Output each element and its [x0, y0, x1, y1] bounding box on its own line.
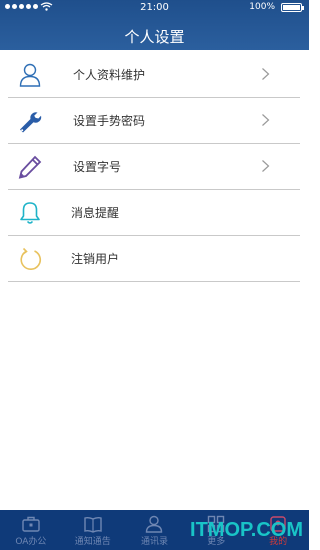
chevron-right-icon: [262, 160, 270, 172]
tab-contacts[interactable]: 通讯录: [124, 510, 186, 550]
book-icon: [83, 516, 102, 533]
menu-item-label: 注销用户: [71, 252, 120, 266]
briefcase-icon: [22, 516, 40, 532]
watermark-logo: ITMOP.COM: [190, 519, 303, 541]
header-bar: 21:00 100% 个人设置: [0, 0, 309, 50]
contacts-icon: [146, 515, 163, 533]
menu-item-label: 设置字号: [73, 160, 122, 174]
status-bar: 21:00 100%: [0, 0, 309, 17]
menu-item-label: 设置手势密码: [73, 114, 146, 128]
tab-notices[interactable]: 通知通告: [62, 510, 124, 550]
wrench-icon: [20, 112, 42, 133]
menu-item-gesture-password[interactable]: 设置手势密码: [8, 98, 300, 144]
menu-item-font-size[interactable]: 设置字号: [8, 144, 300, 190]
page-title: 个人设置: [124, 28, 185, 46]
user-icon: [19, 63, 41, 87]
menu-item-label: 消息提醒: [71, 206, 120, 220]
pencil-icon: [18, 155, 42, 179]
bell-icon: [20, 202, 40, 224]
menu-item-profile[interactable]: 个人资料维护: [8, 52, 300, 98]
tab-label: OA办公: [15, 537, 47, 547]
menu-item-label: 个人资料维护: [73, 68, 146, 82]
logout-icon: [20, 247, 42, 271]
battery-icon: [281, 3, 304, 12]
menu-item-logout[interactable]: 注销用户: [8, 236, 300, 282]
tab-oa-office[interactable]: OA办公: [0, 510, 62, 550]
tab-label: 通知通告: [74, 537, 111, 547]
chevron-right-icon: [262, 68, 270, 80]
settings-menu: 个人资料维护 设置手势密码 设置字号 消息提醒 注销用户: [8, 52, 300, 282]
tab-label: 通讯录: [140, 537, 168, 547]
menu-item-notifications[interactable]: 消息提醒: [8, 190, 300, 236]
battery-percent: 100%: [249, 2, 275, 12]
chevron-right-icon: [262, 114, 270, 126]
